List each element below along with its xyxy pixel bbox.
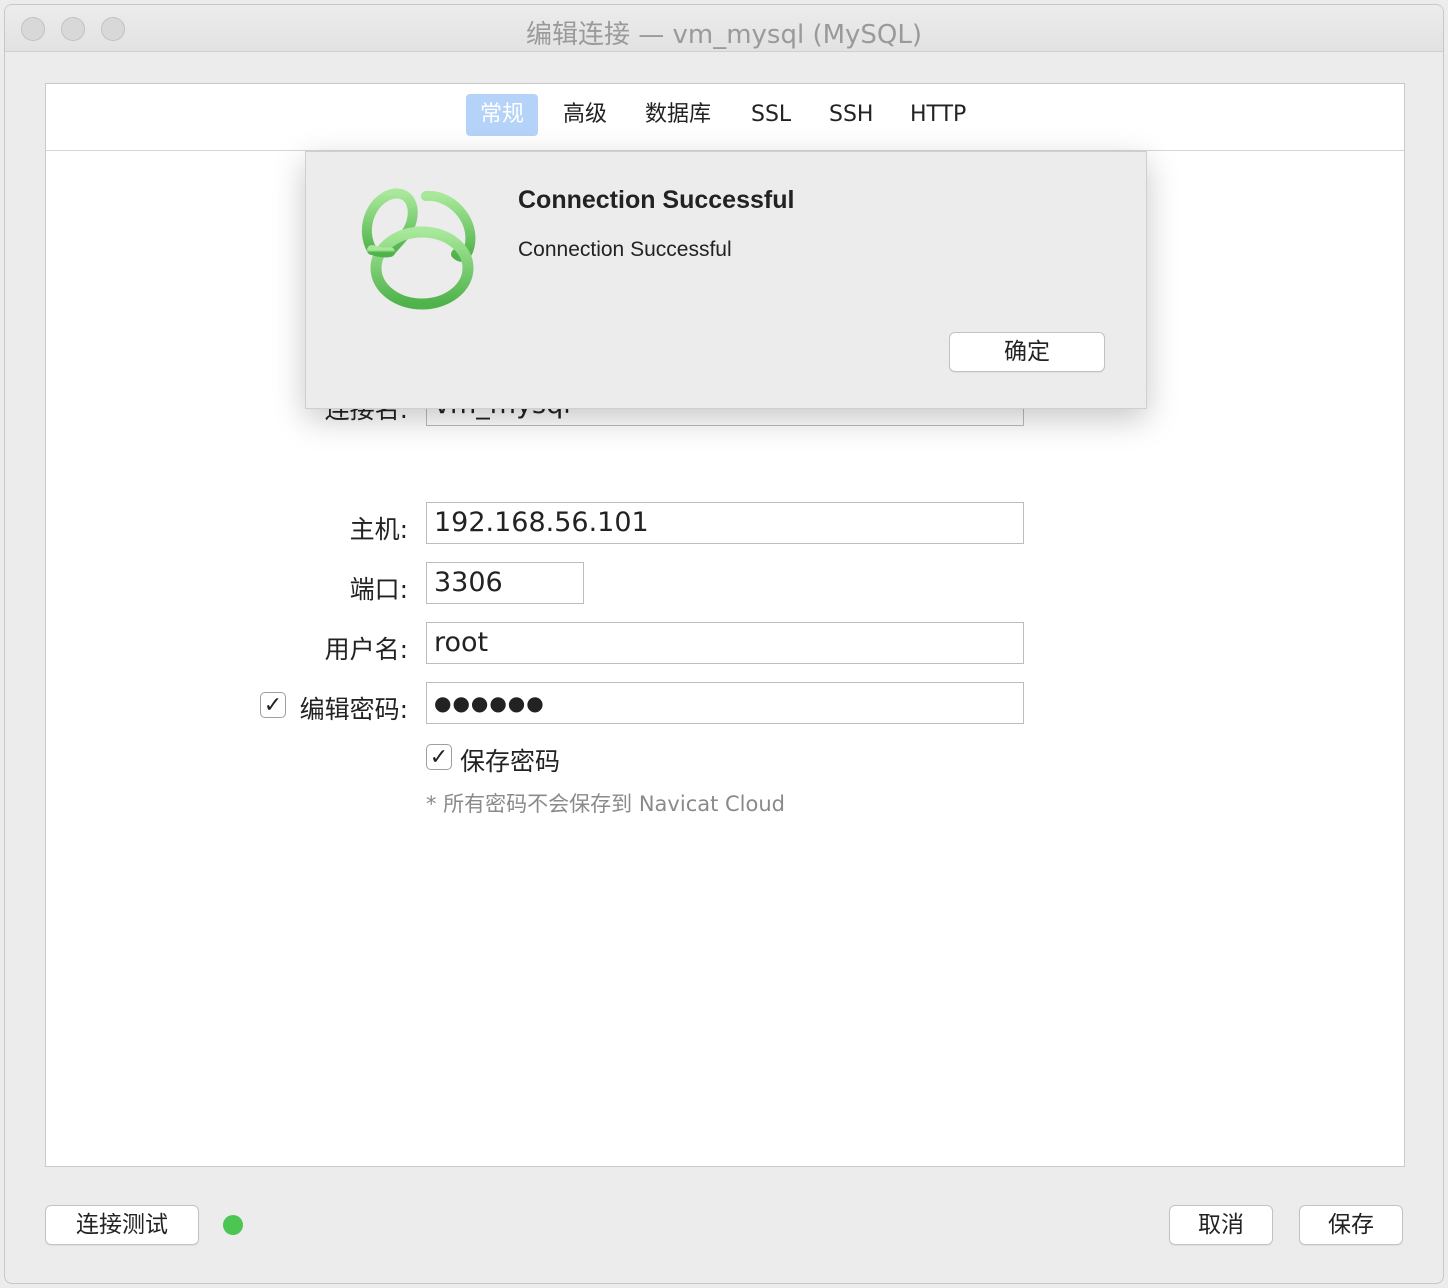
edit-connection-window: 编辑连接 — vm_mysql (MySQL) 常规 高级 数据库 SSL SS…: [4, 4, 1444, 1284]
connection-success-dialog: Connection Successful Connection Success…: [305, 151, 1147, 409]
save-password-checkbox[interactable]: ✓: [426, 744, 452, 770]
edit-password-label: 编辑密码:: [299, 695, 408, 724]
dialog-title: Connection Successful: [518, 186, 795, 214]
tab-ssl[interactable]: SSL: [737, 94, 805, 136]
save-password-label: 保存密码: [460, 747, 561, 776]
window-title: 编辑连接 — vm_mysql (MySQL): [525, 20, 923, 50]
tab-general[interactable]: 常规: [466, 94, 539, 136]
username-label: 用户名:: [324, 635, 408, 664]
dialog-message: Connection Successful: [518, 238, 732, 261]
port-label: 端口:: [349, 575, 408, 604]
ok-button[interactable]: 确定: [949, 332, 1105, 372]
password-input[interactable]: ●●●●●●: [426, 682, 1024, 724]
test-connection-button[interactable]: 连接测试: [45, 1205, 199, 1245]
tab-ssh[interactable]: SSH: [815, 94, 887, 136]
cloud-note: * 所有密码不会保存到 Navicat Cloud: [426, 792, 785, 816]
tab-databases[interactable]: 数据库: [631, 94, 725, 136]
port-input[interactable]: 3306: [426, 562, 584, 604]
connection-status-indicator: [223, 1215, 243, 1235]
tab-advanced[interactable]: 高级: [549, 94, 621, 136]
title-bar: 编辑连接 — vm_mysql (MySQL): [5, 5, 1443, 52]
tab-bar: 常规 高级 数据库 SSL SSH HTTP: [46, 84, 1404, 151]
save-button[interactable]: 保存: [1299, 1205, 1403, 1245]
host-label: 主机:: [349, 515, 408, 544]
tab-http[interactable]: HTTP: [896, 94, 980, 136]
cancel-button[interactable]: 取消: [1169, 1205, 1273, 1245]
navicat-logo-icon: [361, 188, 476, 310]
host-input[interactable]: 192.168.56.101: [426, 502, 1024, 544]
username-input[interactable]: root: [426, 622, 1024, 664]
